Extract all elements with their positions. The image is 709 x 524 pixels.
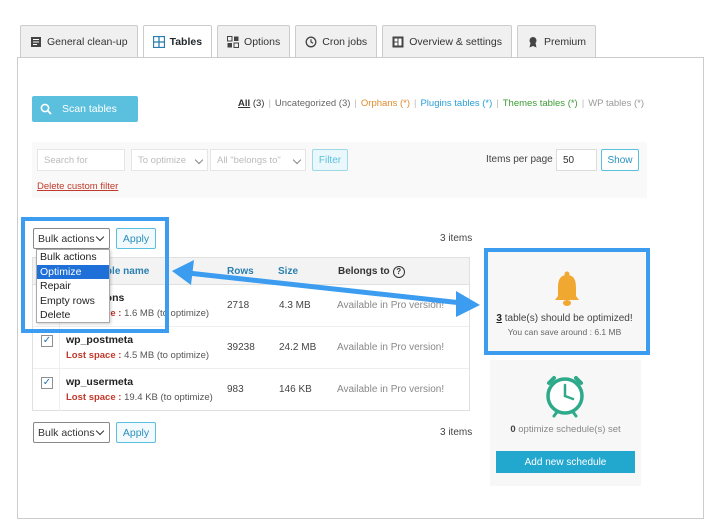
- tab-tables[interactable]: Tables: [142, 25, 213, 58]
- row-size: 4.3 MB: [279, 300, 311, 311]
- tab-options[interactable]: Options: [217, 25, 291, 57]
- row-rows: 2718: [227, 300, 250, 311]
- search-input[interactable]: Search for: [37, 149, 125, 171]
- items-count: 3 items: [440, 233, 473, 244]
- header-rows[interactable]: Rows: [227, 266, 254, 277]
- lost-space-label: Lost space :: [66, 392, 122, 403]
- schedule-count-text: 0 optimize schedule(s) set: [490, 424, 641, 435]
- row-table-name: wp_usermeta: [66, 376, 134, 388]
- row-checkbox[interactable]: ✓: [41, 335, 53, 347]
- scan-tables-button[interactable]: Scan tables: [32, 96, 138, 122]
- show-button[interactable]: Show: [601, 149, 639, 171]
- filter-orphans-link[interactable]: Orphans (*): [361, 98, 410, 109]
- chevron-down-icon: [95, 426, 105, 436]
- filter-button[interactable]: Filter: [312, 149, 348, 171]
- row-size: 146 KB: [279, 384, 312, 395]
- table-icon: [152, 36, 165, 48]
- table-row: ✓ wp_usermeta Lost space : 19.4 KB (to o…: [33, 369, 469, 411]
- tab-general-cleanup[interactable]: General clean-up: [20, 25, 138, 57]
- history-icon: [305, 36, 317, 47]
- filter-uncategorized-link[interactable]: Uncategorized (3): [275, 98, 351, 109]
- lost-space-value: 4.5 MB (to optimize): [124, 350, 210, 361]
- row-table-name: wp_postmeta: [66, 334, 134, 346]
- tab-label: General clean-up: [47, 35, 128, 48]
- scan-tables-label: Scan tables: [62, 103, 117, 115]
- table-row: ✓ wp_postmeta Lost space : 4.5 MB (to op…: [33, 327, 469, 369]
- header-belongs-to: Belongs to?: [338, 266, 405, 278]
- help-icon[interactable]: ?: [392, 266, 405, 278]
- separator: |: [268, 98, 271, 109]
- items-per-page-input[interactable]: 50: [556, 149, 597, 171]
- bulk-actions-select-bottom[interactable]: Bulk actions: [33, 422, 110, 443]
- delete-custom-filter-link[interactable]: Delete custom filter: [37, 181, 118, 192]
- belongs-to-select[interactable]: All "belongs to": [210, 149, 306, 171]
- items-per-page-label: Items per page: [486, 154, 553, 165]
- row-rows: 39238: [227, 342, 255, 353]
- add-new-schedule-button[interactable]: Add new schedule: [496, 451, 635, 473]
- highlight-box-summary: [484, 248, 650, 355]
- row-belongs-to: Available in Pro version!: [337, 384, 445, 395]
- tab-label: Overview & settings: [409, 35, 502, 48]
- chevron-down-icon: [292, 155, 302, 165]
- chevron-down-icon: [194, 155, 204, 165]
- lost-space-label: Lost space :: [66, 350, 122, 361]
- tab-label: Cron jobs: [322, 35, 368, 48]
- filter-plugins-link[interactable]: Plugins tables (*): [420, 98, 492, 109]
- tab-premium[interactable]: Premium: [516, 25, 596, 57]
- filter-wp-link[interactable]: WP tables (*): [588, 98, 644, 109]
- separator: |: [354, 98, 357, 109]
- clock-icon: [546, 376, 584, 418]
- belongs-to-value: All "belongs to": [217, 154, 281, 166]
- header-belongs-label: Belongs to: [338, 266, 390, 277]
- tab-label: Options: [244, 35, 281, 48]
- search-icon: [40, 103, 52, 115]
- schedule-text: optimize schedule(s) set: [515, 424, 621, 435]
- bulk-actions-value: Bulk actions: [38, 426, 95, 439]
- row-lost-space: Lost space : 4.5 MB (to optimize): [66, 350, 209, 361]
- filter-all-label: All: [238, 98, 251, 109]
- row-belongs-to: Available in Pro version!: [337, 300, 445, 311]
- row-checkbox[interactable]: ✓: [41, 377, 53, 389]
- row-lost-space: Lost space : 19.4 KB (to optimize): [66, 392, 213, 403]
- to-optimize-select[interactable]: To optimize: [131, 149, 208, 171]
- apply-button-bottom[interactable]: Apply: [116, 422, 156, 443]
- to-optimize-value: To optimize: [138, 154, 187, 166]
- tab-bar: General clean-up Tables Options Cron job…: [20, 25, 596, 58]
- header-size[interactable]: Size: [278, 266, 298, 277]
- lost-space-value: 19.4 KB (to optimize): [124, 392, 213, 403]
- row-belongs-to: Available in Pro version!: [337, 342, 445, 353]
- table-filter-links: All (3) | Uncategorized (3) | Orphans (*…: [238, 98, 644, 109]
- separator: |: [414, 98, 417, 109]
- tab-overview-settings[interactable]: Overview & settings: [382, 25, 512, 57]
- tab-cron-jobs[interactable]: Cron jobs: [295, 25, 378, 57]
- separator: |: [496, 98, 499, 109]
- dashboard-icon: [392, 36, 404, 47]
- filter-themes-link[interactable]: Themes tables (*): [503, 98, 578, 109]
- filter-all-link[interactable]: All (3): [238, 98, 264, 109]
- options-icon: [227, 35, 240, 48]
- row-size: 24.2 MB: [279, 342, 317, 353]
- items-count-bottom: 3 items: [440, 427, 473, 438]
- tab-label: Tables: [169, 36, 203, 48]
- row-rows: 983: [227, 384, 244, 395]
- tab-label: Premium: [543, 35, 586, 48]
- highlight-box-bulk: [21, 217, 169, 333]
- filter-all-count: (3): [252, 98, 265, 109]
- separator: |: [581, 98, 585, 109]
- document-icon: [31, 36, 41, 47]
- award-icon: [529, 36, 537, 47]
